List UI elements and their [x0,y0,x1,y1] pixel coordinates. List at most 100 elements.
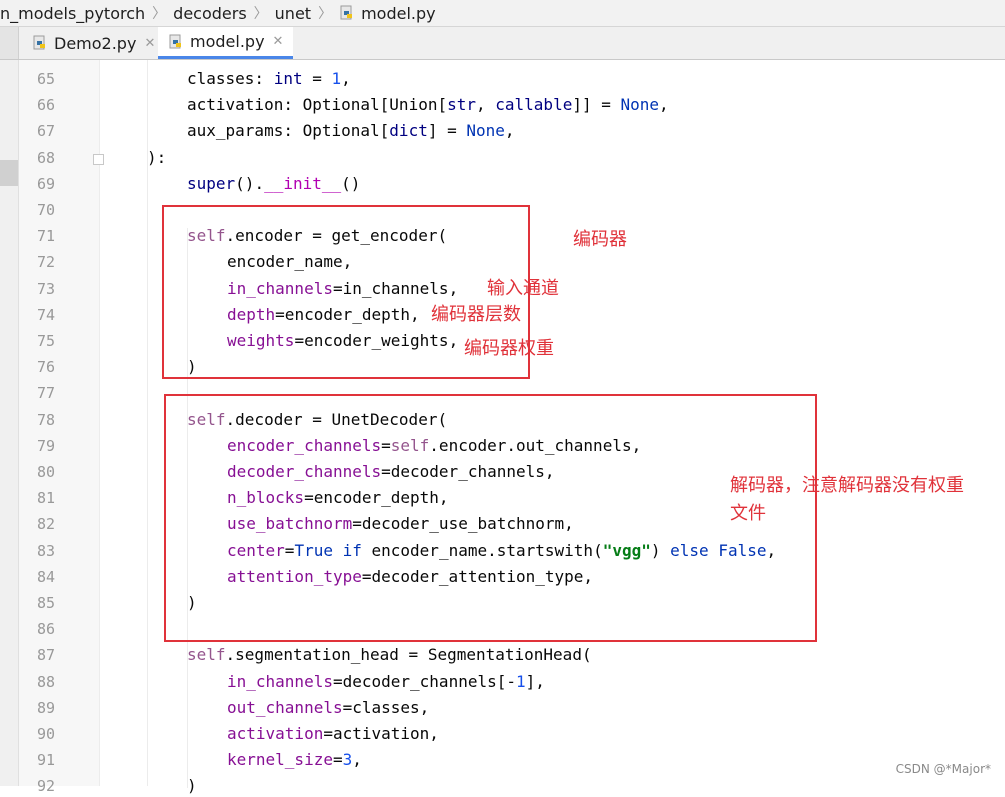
line-number: 65 [36,70,55,88]
code-token: , [352,750,362,770]
line-number: 71 [36,227,55,246]
code-token: ] = [427,121,467,141]
line-number: 91 [36,751,55,770]
code-token: out_channels [227,697,343,717]
editor-tabs: Demo2.py ✕ model.py ✕ [0,27,1005,60]
code-token: int [273,69,303,88]
code-line[interactable]: super().__init__() [187,173,360,195]
line-number: 69 [36,174,55,193]
breadcrumb-item-decoders[interactable]: decoders [173,4,247,23]
chevron-right-icon: 〉 [253,6,268,22]
code-token: super [187,173,236,193]
code-line[interactable]: aux_params: Optional[dict] = None, [187,120,515,142]
code-token: , [504,121,515,141]
code-token: activation [227,724,324,743]
fold-icon[interactable] [93,154,104,165]
code-token: activation: Optional[ [187,95,390,115]
close-icon[interactable]: ✕ [273,34,284,49]
code-token: in_channels [227,671,333,691]
gutter-divider [99,60,100,786]
watermark: CSDN @*Major* [895,762,991,776]
code-line[interactable]: ) [187,775,197,797]
annotation-encoder: 编码器 [573,229,627,250]
breadcrumb-label: n_models_pytorch [0,3,146,23]
code-token: , [341,69,351,88]
line-number: 86 [36,620,55,639]
line-number: 67 [36,122,55,141]
python-file-icon [339,5,355,21]
breadcrumb-label: decoders [173,3,247,23]
line-number: 76 [36,358,55,377]
line-number: 92 [36,777,55,796]
line-number: 74 [36,305,55,324]
indent-guide [147,60,148,786]
code-editor[interactable]: 65 classes: int = 1, 66 activation: Optiona… [0,60,1005,795]
code-token: , [659,95,669,115]
line-number: 87 [36,646,55,665]
code-token: 1 [516,671,526,691]
line-number: 85 [36,594,55,612]
close-icon[interactable]: ✕ [144,36,155,51]
line-number: 72 [36,253,55,272]
tab-label: Demo2.py [54,33,137,53]
breadcrumb-item-unet[interactable]: unet [275,4,311,23]
tab-scroll-strip [0,27,19,59]
line-number: 88 [36,672,55,691]
line-number: 78 [36,410,55,429]
chevron-right-icon: 〉 [318,6,333,22]
line-number: 68 [36,148,55,167]
tool-window-strip [0,60,19,786]
line-number: 66 [36,96,55,115]
line-number: 75 [36,332,55,350]
code-token: __init__ [264,173,342,193]
code-line[interactable]: kernel_size=3, [227,749,362,771]
python-file-icon [32,35,48,51]
code-line[interactable]: self.segmentation_head = SegmentationHea… [187,644,592,666]
breadcrumb-label: unet [274,3,312,23]
annotation-depth: 编码器层数 [431,304,521,325]
chevron-right-icon: 〉 [152,6,167,22]
breadcrumb-item-package[interactable]: n_models_pytorch [0,4,145,23]
tab-demo2[interactable]: Demo2.py ✕ [32,27,155,59]
code-line[interactable]: ): [147,147,166,169]
tab-model[interactable]: model.py ✕ [158,27,294,59]
code-token: callable [495,95,573,115]
code-line[interactable]: out_channels=classes, [227,697,429,719]
code-token: (). [235,173,265,193]
annotation-in-channels: 输入通道 [487,278,559,299]
line-number: 77 [36,384,55,403]
code-token: =activation, [323,724,439,743]
line-number: 90 [36,725,55,743]
code-token: ], [525,671,545,691]
code-line[interactable]: activation: Optional[Union[str, callable… [187,94,669,116]
code-token: str [447,95,476,115]
code-token: Union[ [389,95,448,115]
line-number: 89 [36,698,55,717]
breadcrumb-item-file[interactable]: model.py [339,4,436,23]
line-number: 82 [36,515,55,534]
line-number: 80 [36,463,55,481]
code-token: None [466,121,505,141]
annotation-decoder-line2: 文件 [730,503,766,524]
code-token: , [476,95,496,115]
line-number: 83 [36,541,55,560]
code-token: dict [389,121,428,141]
annotation-decoder-line1: 解码器，注意解码器没有权重 [730,475,964,496]
breadcrumb: n_models_pytorch 〉 decoders 〉 unet 〉 mod… [0,0,1005,27]
line-number: 70 [36,201,55,219]
code-token: None [620,95,660,115]
code-token: = [302,69,332,88]
code-token: =classes, [342,697,430,717]
code-line[interactable]: activation=activation, [227,723,439,745]
code-token: aux_params: Optional[ [187,121,390,141]
code-line[interactable]: in_channels=decoder_channels[-1], [227,671,545,693]
code-token: .segmentation_head = SegmentationHead( [225,645,592,665]
code-token: =decoder_channels[- [332,671,516,691]
line-number: 79 [36,436,55,455]
line-number: 73 [36,279,55,298]
tab-label: model.py [190,32,265,51]
code-token: 1 [331,69,342,88]
code-token: classes: [187,69,274,88]
decoder-highlight-box [164,394,817,642]
code-line[interactable]: classes: int = 1, [187,68,351,90]
